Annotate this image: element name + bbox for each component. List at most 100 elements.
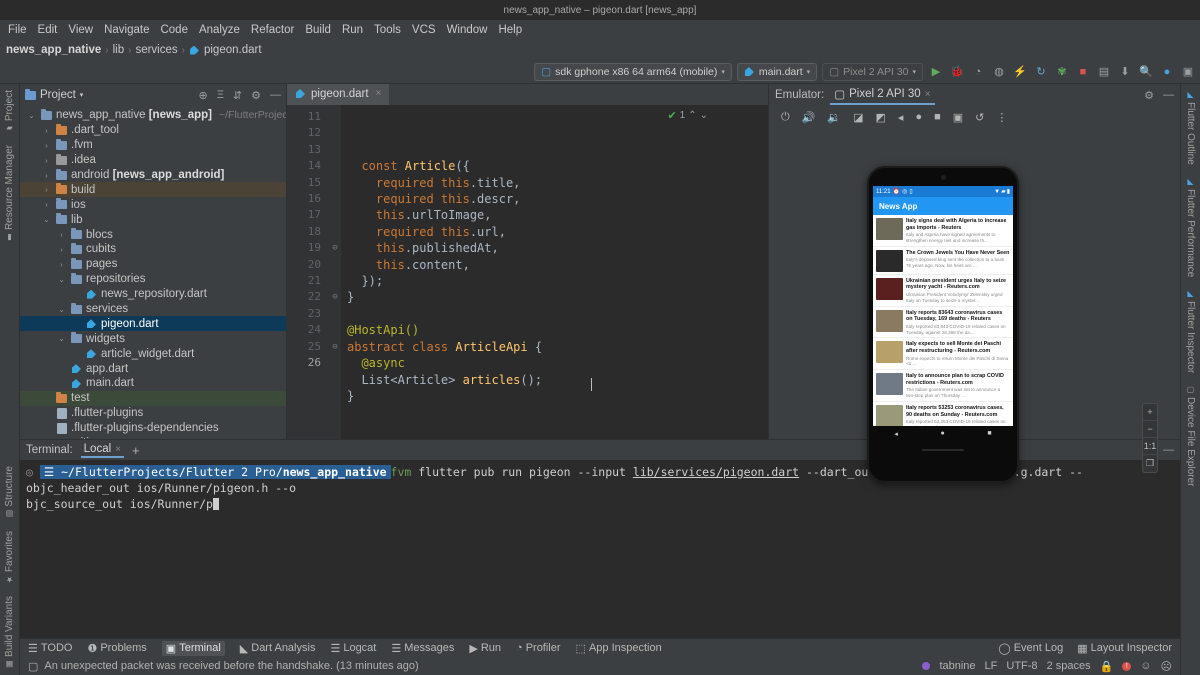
smiley-sad-icon[interactable]: ☹ [1161,660,1172,673]
chevron-right-icon[interactable]: › [41,185,52,194]
emulator-zoom-controls[interactable]: + − 1:1 ❐ [1142,403,1158,473]
line-separator-label[interactable]: LF [985,660,998,672]
rotate-left-icon[interactable]: ◪ [853,111,863,124]
terminal-tab-local[interactable]: Local × [80,442,124,458]
news-article-item[interactable]: Italy reports 53253 coronavirus cases, 9… [873,402,1013,426]
stop-icon[interactable]: ■ [1075,64,1091,80]
chevron-down-icon[interactable]: ⌄ [56,334,67,343]
fold-toggle-icon[interactable]: ⊖ [329,289,341,305]
sdk-manager-icon[interactable]: ⬇ [1117,64,1133,80]
news-article-item[interactable]: The Crown Jewels You Have Never Seen Ital… [873,247,1013,275]
tree-node[interactable]: test [20,390,286,406]
close-icon[interactable]: × [376,88,382,99]
zoom-fit-button[interactable]: ❐ [1143,455,1157,472]
news-feed[interactable]: Italy signs deal with Algeria to increas… [873,215,1013,426]
chevron-right-icon[interactable]: › [56,260,67,269]
debug-icon[interactable]: 🐞 [949,64,965,80]
breadcrumb-services[interactable]: services [135,44,177,56]
open-devtools-icon[interactable]: ✾ [1054,64,1070,80]
editor-tab-pigeon-dart[interactable]: pigeon.dart × [287,84,390,105]
editor-scrollbar[interactable] [756,105,768,439]
home-icon[interactable]: ● [915,111,922,123]
inspection-widget[interactable]: ✔ 1 ⌃ ⌄ [667,109,708,122]
close-icon[interactable]: × [115,444,121,455]
hide-icon[interactable]: — [1163,444,1174,457]
news-article-item[interactable]: Ukrainian president urges Italy to seize… [873,275,1013,307]
tree-node[interactable]: › ios [20,197,286,212]
zoom-out-button[interactable]: − [1143,421,1157,438]
emulator-target-selector[interactable]: ▢ Pixel 2 API 30 ▾ [822,62,923,81]
tree-node[interactable]: › android [news_app_android] [20,168,286,183]
close-icon[interactable]: × [925,89,931,100]
status-tab-app-inspection[interactable]: ⬚ App Inspection [576,642,662,655]
smiley-happy-icon[interactable]: ☺ [1140,660,1151,672]
tree-node[interactable]: › .fvm [20,138,286,153]
status-tab-terminal[interactable]: ▣ Terminal [161,640,225,656]
status-tab-todo[interactable]: ☰ TODO [28,642,72,655]
hot-restart-icon[interactable]: ↻ [1033,64,1049,80]
tree-node[interactable]: › pages [20,257,286,272]
menu-item-file[interactable]: File [8,24,27,36]
tree-node[interactable]: › cubits [20,242,286,257]
new-terminal-button[interactable]: + [132,443,140,458]
history-icon[interactable]: ↺ [975,111,984,124]
menu-item-code[interactable]: Code [160,24,188,36]
phone-screen[interactable]: 11:21 ⏰ ◎ ▯ ▼ ▰ ▮ News App Italy signs d… [873,186,1013,426]
menu-item-analyze[interactable]: Analyze [199,24,240,36]
android-nav-bar[interactable]: ◂ ● ■ [873,426,1013,441]
lock-icon[interactable]: 🔒 [1100,660,1114,673]
status-event-log-button[interactable]: ◯ Event Log [998,642,1063,655]
menu-item-tools[interactable]: Tools [374,24,401,36]
chevron-right-icon[interactable]: › [41,200,52,209]
chevron-right-icon[interactable]: › [41,156,52,165]
tool-window-project[interactable]: ▰ Project [4,84,15,139]
more-icon[interactable]: ⋮ [996,111,1007,124]
tree-node[interactable]: › .dart_tool [20,123,286,138]
tree-node[interactable]: main.dart [20,376,286,391]
status-tab-logcat[interactable]: ☰ Logcat [330,642,376,655]
tree-node[interactable]: ⌄ repositories [20,272,286,287]
tool-window-structure[interactable]: ▤ Structure [4,460,15,525]
tool-window-favorites[interactable]: ★ Favorites [4,525,15,590]
tree-node[interactable]: › .idea [20,153,286,168]
menu-item-navigate[interactable]: Navigate [104,24,149,36]
status-tool-tabs[interactable]: ☰ TODO ❶ Problems ▣ Terminal ◣ Dart Analysis ☰ Lo… [20,638,1180,657]
nav-home-icon[interactable]: ● [941,430,945,437]
breadcrumb-file[interactable]: pigeon.dart [204,44,262,56]
volume-up-icon[interactable]: 🔊 [802,111,816,124]
hide-icon[interactable]: — [1163,89,1174,102]
tool-window-flutter-inspector[interactable]: ◣ Flutter Inspector [1185,283,1196,379]
news-article-item[interactable]: Italy expects to sell Monte dei Paschi a… [873,338,1013,371]
nav-overview-icon[interactable]: ■ [987,430,991,437]
status-tab-dart-analysis[interactable]: ◣ Dart Analysis [240,642,316,655]
chevron-right-icon[interactable]: › [56,230,67,239]
zoom-in-button[interactable]: + [1143,404,1157,421]
tree-node[interactable]: ⌄ services [20,302,286,317]
chevron-down-icon[interactable]: ⌄ [56,275,67,284]
status-tab-profiler[interactable]: ◔ Profiler [516,642,561,654]
plugin-label[interactable]: tabnine [939,660,975,672]
power-icon[interactable]: ⏻ [781,111,790,124]
notification-icon[interactable]: ▢ [28,660,38,673]
emulator-tab[interactable]: ▢ Pixel 2 API 30 × [830,85,935,105]
tool-window-flutter-performance[interactable]: ◣ Flutter Performance [1185,171,1196,283]
run-configuration-selector[interactable]: main.dart ▾ [736,62,818,81]
rotate-right-icon[interactable]: ◩ [876,111,886,124]
menu-item-window[interactable]: Window [447,24,488,36]
terminal-cmd-input-path[interactable]: lib/services/pigeon.dart [633,465,799,479]
chevron-down-icon[interactable]: ⌄ [56,305,67,314]
menu-item-edit[interactable]: Edit [38,24,58,36]
chevron-down-icon[interactable]: ⌄ [26,111,37,120]
tree-node[interactable]: .flutter-plugins-dependencies [20,421,286,436]
profile-icon[interactable]: ◔ [970,64,986,80]
tree-node[interactable]: ⌄ widgets [20,331,286,346]
menu-item-refactor[interactable]: Refactor [251,24,294,36]
tool-window-resource-manager[interactable]: ▮ Resource Manager [4,139,15,248]
layout-icon[interactable]: ▣ [1180,64,1196,80]
emulator-device[interactable]: 11:21 ⏰ ◎ ▯ ▼ ▰ ▮ News App Italy signs d… [867,166,1019,483]
hot-reload-icon[interactable]: ⚡ [1012,64,1028,80]
tree-node[interactable]: ⌄ lib [20,212,286,227]
locate-icon[interactable]: ⊕ [199,89,208,102]
status-tab-messages[interactable]: ☰ Messages [391,642,454,655]
volume-down-icon[interactable]: 🔉 [827,111,841,124]
